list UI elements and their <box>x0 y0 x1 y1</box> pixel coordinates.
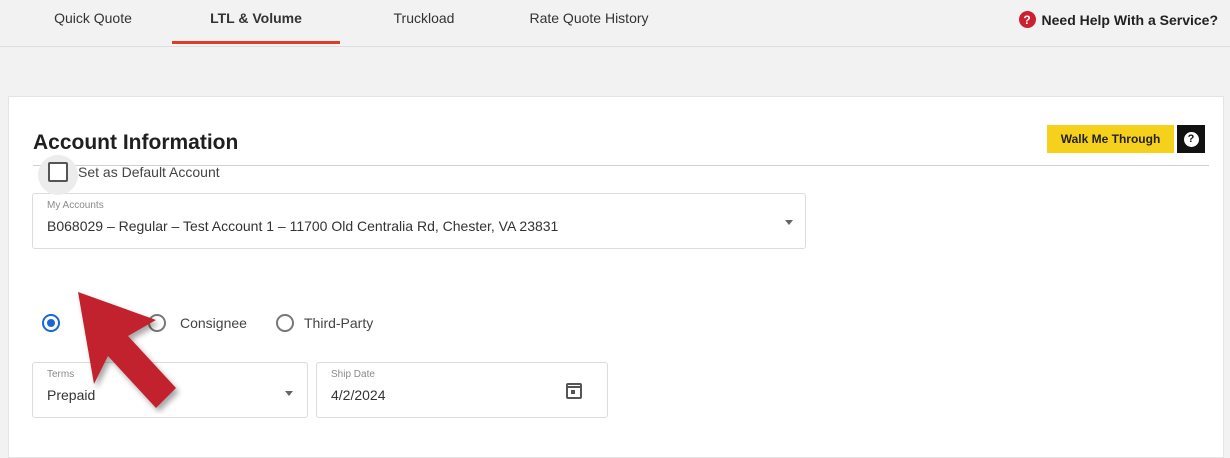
walk-help-button[interactable]: ? <box>1177 125 1205 153</box>
active-tab-indicator <box>172 41 340 44</box>
section-title: Account Information <box>33 131 239 154</box>
shipper-radio[interactable] <box>42 314 60 332</box>
tab-quick-quote[interactable]: Quick Quote <box>48 0 138 44</box>
walk-me-through-button[interactable]: Walk Me Through <box>1047 125 1174 153</box>
terms-select[interactable]: Terms Prepaid <box>32 362 308 418</box>
terms-value: Prepaid <box>47 387 96 403</box>
my-accounts-value: B068029 – Regular – Test Account 1 – 117… <box>47 218 559 234</box>
tab-ltl-volume[interactable]: LTL & Volume <box>172 0 340 44</box>
consignee-label: Consignee <box>180 315 247 331</box>
question-icon: ? <box>1183 131 1199 147</box>
tab-truckload-label: Truckload <box>393 10 455 26</box>
third-party-radio[interactable] <box>276 314 294 332</box>
ship-date-field[interactable]: Ship Date 4/2/2024 <box>316 362 608 418</box>
need-help-link[interactable]: ? Need Help With a Service? <box>1018 11 1218 28</box>
default-account-label: Set as Default Account <box>78 164 220 180</box>
terms-label: Terms <box>47 369 75 380</box>
chevron-down-icon <box>285 391 293 396</box>
top-nav: Quick Quote LTL & Volume Truckload Rate … <box>0 0 1230 47</box>
ship-date-label: Ship Date <box>331 369 375 380</box>
consignee-radio[interactable] <box>148 314 166 332</box>
my-accounts-label: My Accounts <box>47 200 104 211</box>
default-account-row: Set as Default Account <box>48 162 220 182</box>
ship-date-value: 4/2/2024 <box>331 387 386 403</box>
tab-quick-quote-label: Quick Quote <box>54 10 132 26</box>
calendar-icon[interactable] <box>566 383 582 399</box>
need-help-label: Need Help With a Service? <box>1041 11 1218 28</box>
tab-ltl-volume-label: LTL & Volume <box>210 10 302 26</box>
my-accounts-select[interactable]: My Accounts B068029 – Regular – Test Acc… <box>32 193 806 249</box>
question-circle-icon: ? <box>1018 11 1036 28</box>
chevron-down-icon <box>785 220 793 225</box>
tab-rate-quote-history-label: Rate Quote History <box>529 10 649 26</box>
default-account-checkbox[interactable] <box>48 162 68 182</box>
tab-rate-quote-history[interactable]: Rate Quote History <box>524 0 654 44</box>
third-party-label: Third-Party <box>304 315 374 331</box>
tab-truckload[interactable]: Truckload <box>384 0 464 44</box>
